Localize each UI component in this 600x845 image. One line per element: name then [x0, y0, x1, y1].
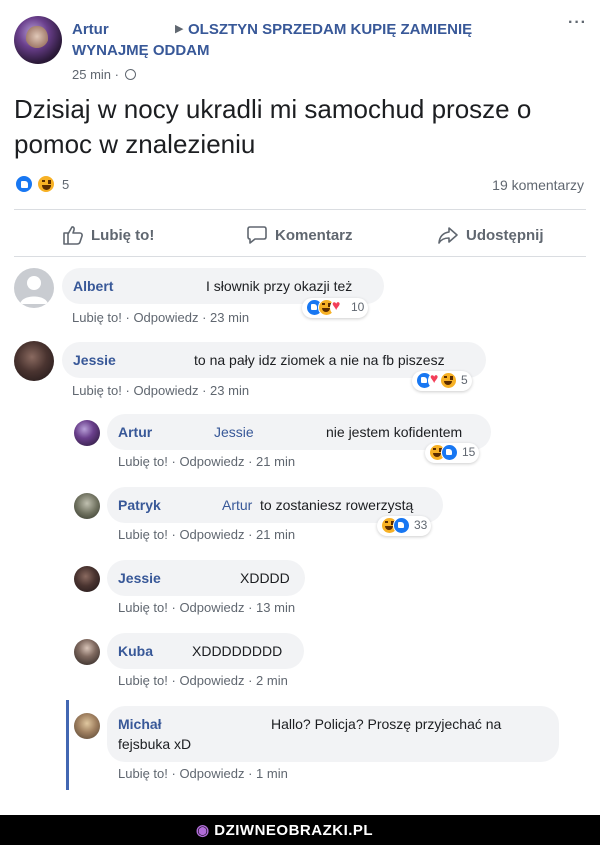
- comment-text: XDDDDDDDD: [192, 643, 283, 659]
- comment-like-link[interactable]: Lubię to!: [72, 383, 122, 398]
- reaction-count: 33: [414, 518, 428, 532]
- avatar[interactable]: [14, 341, 54, 381]
- share-icon: [438, 227, 458, 244]
- facebook-post: Artur ▶ OLSZTYN SPRZEDAM KUPIĘ ZAMIENIĘ …: [0, 0, 600, 815]
- comment-time[interactable]: 21 min: [256, 527, 295, 542]
- comment-actions: Lubię to! · Odpowiedz · 1 min: [118, 766, 288, 781]
- avatar[interactable]: [74, 493, 100, 519]
- comment-time[interactable]: 21 min: [256, 454, 295, 469]
- comment-reactions[interactable]: 10: [302, 297, 369, 318]
- comment-author[interactable]: Patryk: [118, 497, 161, 513]
- comment-reply-link[interactable]: Odpowiedz: [133, 310, 198, 325]
- comment-text: to na pały idz ziomek a nie na fb piszes…: [194, 352, 445, 368]
- comment-reply-link[interactable]: Odpowiedz: [179, 454, 244, 469]
- comment-text: I słownik przy okazji też: [206, 278, 353, 294]
- comment-text: nie jestem kofidentem: [326, 424, 463, 440]
- share-button-label: Udostępnij: [466, 226, 544, 244]
- comment-reactions[interactable]: 5: [412, 370, 472, 391]
- comment-reactions[interactable]: 15: [425, 443, 480, 463]
- arrow-right-icon: ▶: [175, 23, 184, 35]
- reaction-count: 5: [461, 373, 468, 387]
- divider: [14, 209, 586, 210]
- comments-count[interactable]: 19 komentarzy: [492, 177, 584, 193]
- comment-reactions[interactable]: 33: [377, 516, 432, 536]
- comment-actions: Lubię to! · Odpowiedz · 2 min: [118, 673, 288, 688]
- comment-like-link[interactable]: Lubię to!: [118, 600, 168, 615]
- love-icon: [330, 297, 347, 316]
- comment-actions: Lubię to! · Odpowiedz · 23 min: [72, 383, 250, 398]
- comment-text: to zostaniesz rowerzystą: [260, 497, 414, 513]
- comment-time[interactable]: 13 min: [256, 600, 295, 615]
- reaction-count: 10: [351, 300, 365, 314]
- globe-icon: [124, 69, 136, 80]
- comment-author[interactable]: Michał: [118, 716, 162, 732]
- thumb-icon: [63, 226, 83, 245]
- like-icon: [393, 517, 410, 534]
- comment-reply-link[interactable]: Odpowiedz: [179, 766, 244, 781]
- comment-actions: Lubię to! · Odpowiedz · 21 min: [118, 454, 296, 469]
- avatar[interactable]: [74, 566, 100, 592]
- avatar[interactable]: [74, 713, 100, 739]
- post-timestamp[interactable]: 25 min ·: [72, 67, 136, 82]
- comment-like-link[interactable]: Lubię to!: [118, 673, 168, 688]
- comment-time[interactable]: 1 min: [256, 766, 288, 781]
- share-button[interactable]: Udostępnij: [437, 222, 544, 248]
- comment-mention[interactable]: Artur: [222, 497, 252, 513]
- more-options-button[interactable]: ···: [568, 14, 587, 32]
- avatar[interactable]: [74, 639, 100, 665]
- thread-highlight: [66, 700, 69, 790]
- comment-text: Hallo? Policja? Proszę przyjechać na: [271, 716, 502, 732]
- divider: [14, 256, 586, 257]
- comment-button[interactable]: Komentarz: [246, 222, 353, 248]
- like-button[interactable]: Lubię to!: [62, 222, 154, 248]
- comment-author[interactable]: Albert: [73, 278, 113, 294]
- comment-actions: Lubię to! · Odpowiedz · 21 min: [118, 527, 296, 542]
- avatar[interactable]: [14, 268, 54, 308]
- reaction-count: 15: [462, 445, 476, 459]
- group-name[interactable]: OLSZTYN SPRZEDAM KUPIĘ ZAMIENIĘ: [188, 21, 472, 38]
- comment-like-link[interactable]: Lubię to!: [118, 766, 168, 781]
- author-name[interactable]: Artur: [72, 21, 109, 38]
- brand-text: DZIWNEOBRAZKI.PL: [214, 822, 374, 839]
- comment-actions: Lubię to! · Odpowiedz · 23 min: [72, 310, 250, 325]
- watermark-bar: ◉ DZIWNEOBRAZKI.PL: [0, 815, 600, 845]
- group-name-line2[interactable]: WYNAJMĘ ODDAM: [72, 42, 210, 59]
- comment-actions: Lubię to! · Odpowiedz · 13 min: [118, 600, 296, 615]
- comment-time[interactable]: 23 min: [210, 310, 249, 325]
- comment-author[interactable]: Kuba: [118, 643, 153, 659]
- comment-time[interactable]: 23 min: [210, 383, 249, 398]
- comment-reply-link[interactable]: Odpowiedz: [179, 600, 244, 615]
- post-text: Dzisiaj w nocy ukradli mi samochud prosz…: [14, 94, 532, 159]
- haha-icon: [36, 174, 56, 194]
- comment-author[interactable]: Jessie: [118, 570, 161, 586]
- comment-text-line2: fejsbuka xD: [118, 736, 192, 752]
- comment-icon: [247, 226, 267, 244]
- brand-watermark: ◉ DZIWNEOBRAZKI.PL: [196, 821, 373, 839]
- comment-like-link[interactable]: Lubię to!: [118, 527, 168, 542]
- comment-text: XDDDD: [240, 570, 290, 586]
- comment-reply-link[interactable]: Odpowiedz: [179, 527, 244, 542]
- comment-bubble: [107, 706, 559, 762]
- comment-author[interactable]: Jessie: [73, 352, 116, 368]
- avatar[interactable]: [74, 420, 100, 446]
- comment-like-link[interactable]: Lubię to!: [118, 454, 168, 469]
- post-time[interactable]: 25 min ·: [72, 67, 119, 82]
- comment-reply-link[interactable]: Odpowiedz: [179, 673, 244, 688]
- comment-time[interactable]: 2 min: [256, 673, 288, 688]
- comment-author[interactable]: Artur: [118, 424, 152, 440]
- like-icon: [441, 444, 458, 461]
- reaction-count: 5: [62, 177, 70, 192]
- author-avatar[interactable]: [14, 16, 62, 64]
- comment-like-link[interactable]: Lubię to!: [72, 310, 122, 325]
- haha-icon: [440, 372, 457, 389]
- brand-icon: ◉: [196, 822, 210, 839]
- comment-mention[interactable]: Jessie: [214, 424, 254, 440]
- like-button-label: Lubię to!: [91, 226, 155, 244]
- like-icon: [14, 174, 34, 194]
- comment-reply-link[interactable]: Odpowiedz: [133, 383, 198, 398]
- comment-button-label: Komentarz: [275, 226, 353, 244]
